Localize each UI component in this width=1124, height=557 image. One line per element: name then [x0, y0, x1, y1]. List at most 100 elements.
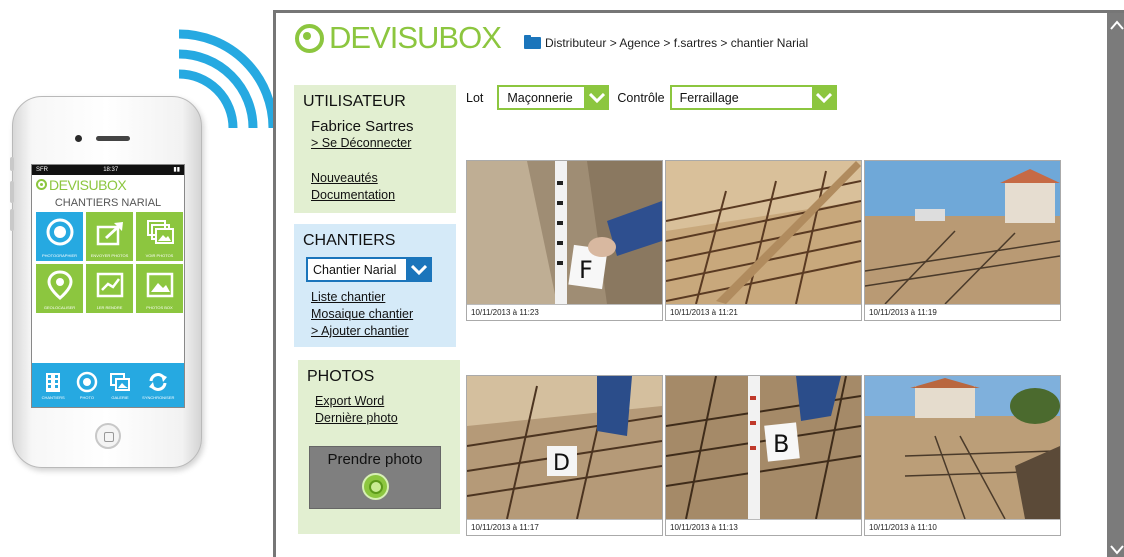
send-icon	[96, 222, 123, 246]
photo-card[interactable]: 10/11/2013 à 11:10	[864, 375, 1061, 536]
user-panel: UTILISATEUR Fabrice Sartres > Se Déconne…	[294, 85, 456, 213]
photos-section-title: PHOTOS	[307, 368, 375, 385]
phone-app-name: DEVISUBOX	[49, 176, 127, 193]
nav-label: GALERIE	[111, 394, 129, 400]
phone-volume-down	[10, 209, 14, 231]
tile-label: VOIR PHOTOS	[145, 253, 174, 258]
phone-carrier: SFR	[36, 167, 48, 173]
tile-voir-photos[interactable]: VOIR PHOTOS	[136, 212, 183, 261]
tile-photos-box[interactable]: PHOTOS BOX	[136, 264, 183, 313]
phone-camera	[75, 135, 82, 142]
nav-photo[interactable]: PHOTO	[76, 371, 98, 400]
battery-icon: ▮▮	[173, 167, 180, 173]
nav-label: PHOTO	[79, 394, 94, 400]
photo-card[interactable]: 10/11/2013 à 11:21	[665, 160, 862, 321]
tile-label: PHOTOS BOX	[146, 305, 173, 310]
phone-time: 18:37	[103, 167, 119, 173]
site-photo	[666, 161, 861, 304]
logout-link[interactable]: > Se Déconnecter	[303, 135, 456, 152]
photo-timestamp: 10/11/2013 à 11:10	[865, 519, 1060, 535]
app-logo[interactable]: DEVISUBOX	[295, 20, 502, 56]
phone-status-bar: SFR 18:37 ▮▮	[32, 165, 184, 175]
chantier-list-link[interactable]: Liste chantier	[303, 289, 456, 306]
phone-tile-grid: PHOTOGRAPHIER ENVOYER PHOTOS VOIR PHOTOS…	[32, 212, 184, 313]
nav-galerie[interactable]: GALERIE	[109, 371, 131, 400]
tile-label: GEOLOCALISER	[43, 305, 76, 310]
nav-synchroniser[interactable]: SYNCHRONISER	[142, 371, 174, 400]
news-link[interactable]: Nouveautés	[303, 170, 456, 187]
phone-mockup: SFR 18:37 ▮▮ DEVISUBOX CHANTIERS NARIAL …	[10, 96, 202, 468]
photo-card[interactable]: F 10/11/2013 à 11:23	[466, 160, 663, 321]
tile-premier-rendre[interactable]: 1ER RENDRE	[86, 264, 133, 313]
photo-card[interactable]: B 10/11/2013 à 11:13	[665, 375, 862, 536]
photo-timestamp: 10/11/2013 à 11:13	[666, 519, 861, 535]
take-photo-label: Prendre photo	[327, 451, 423, 468]
site-photo: B	[666, 376, 861, 519]
photos-panel: PHOTOS Export Word Dernière photo Prendr…	[298, 360, 460, 534]
tile-geolocaliser[interactable]: GEOLOCALISER	[36, 264, 83, 313]
breadcrumb: Distributeur > Agence > f.sartres > chan…	[524, 35, 809, 50]
photo-marker-letter: F	[579, 256, 593, 284]
last-photo-link[interactable]: Dernière photo	[307, 410, 460, 427]
scroll-down-icon[interactable]	[1107, 540, 1124, 557]
phone-screen: SFR 18:37 ▮▮ DEVISUBOX CHANTIERS NARIAL …	[31, 164, 185, 408]
tile-label: 1ER RENDRE	[96, 305, 123, 310]
nav-label: SYNCHRONISER	[142, 394, 175, 400]
camera-icon	[46, 218, 73, 246]
chantiers-section-title: CHANTIERS	[303, 232, 396, 249]
user-name: Fabrice Sartres	[311, 118, 414, 135]
pin-icon	[46, 270, 73, 300]
logo-mark-icon	[295, 23, 324, 53]
lot-select-value: Maçonnerie	[507, 90, 573, 105]
nav-chantiers[interactable]: CHANTIERS	[42, 371, 65, 400]
image-icon	[146, 272, 173, 298]
chantier-mosaic-link[interactable]: Mosaique chantier	[303, 306, 456, 323]
user-section-title: UTILISATEUR	[303, 93, 406, 110]
phone-bottom-nav: CHANTIERS PHOTO GALERIE SYNCHRONISER	[32, 363, 184, 407]
export-word-link[interactable]: Export Word	[307, 393, 460, 410]
phone-screen-title: CHANTIERS NARIAL	[54, 197, 162, 209]
nav-label: CHANTIERS	[41, 394, 65, 400]
phone-speaker	[96, 136, 130, 141]
photo-marker-letter: B	[773, 430, 789, 458]
chantiers-panel: CHANTIERS Chantier Narial Liste chantier…	[294, 224, 456, 347]
controle-label: Contrôle	[617, 90, 665, 105]
chantier-select-value: Chantier Narial	[313, 262, 397, 277]
phone-volume-up	[10, 181, 14, 203]
breadcrumb-path: Distributeur > Agence > f.sartres > chan…	[545, 36, 809, 50]
phone-app: DEVISUBOX CHANTIERS NARIAL PHOTOGRAPHIER…	[32, 175, 184, 407]
sync-icon	[149, 372, 168, 391]
controle-select-value: Ferraillage	[679, 90, 739, 105]
documentation-link[interactable]: Documentation	[303, 187, 456, 204]
chevron-down-icon	[584, 85, 610, 110]
add-chantier-link[interactable]: > Ajouter chantier	[303, 323, 456, 340]
app-name: DEVISUBOX	[329, 20, 502, 55]
logo-mark-icon	[36, 179, 47, 190]
site-photo	[865, 161, 1060, 304]
site-photo: F	[467, 161, 662, 304]
folder-icon	[524, 35, 541, 49]
controle-select[interactable]: Ferraillage	[669, 85, 837, 110]
photo-timestamp: 10/11/2013 à 11:23	[467, 304, 662, 320]
take-photo-button[interactable]: Prendre photo	[309, 446, 441, 509]
photo-timestamp: 10/11/2013 à 11:21	[666, 304, 861, 320]
web-app-window: DEVISUBOX Distributeur > Agence > f.sart…	[273, 10, 1124, 557]
scroll-up-icon[interactable]	[1107, 15, 1124, 35]
photo-card[interactable]: 10/11/2013 à 11:19	[864, 160, 1061, 321]
photo-timestamp: 10/11/2013 à 11:17	[467, 519, 662, 535]
chevron-down-icon	[406, 257, 432, 282]
tile-photographier[interactable]: PHOTOGRAPHIER	[36, 212, 83, 261]
site-photo	[865, 376, 1060, 519]
photo-card[interactable]: D 10/11/2013 à 11:17	[466, 375, 663, 536]
vertical-scrollbar[interactable]	[1107, 13, 1124, 557]
chevron-down-icon	[811, 85, 837, 110]
tile-envoyer-photos[interactable]: ENVOYER PHOTOS	[86, 212, 133, 261]
photo-timestamp: 10/11/2013 à 11:19	[865, 304, 1060, 320]
chantier-select[interactable]: Chantier Narial	[306, 257, 432, 282]
chart-icon	[96, 272, 123, 298]
tile-label: ENVOYER PHOTOS	[90, 253, 129, 258]
phone-mute-switch	[10, 157, 14, 171]
camera-icon	[361, 473, 389, 500]
lot-select[interactable]: Maçonnerie	[497, 85, 610, 110]
phone-app-logo: DEVISUBOX	[32, 175, 184, 194]
